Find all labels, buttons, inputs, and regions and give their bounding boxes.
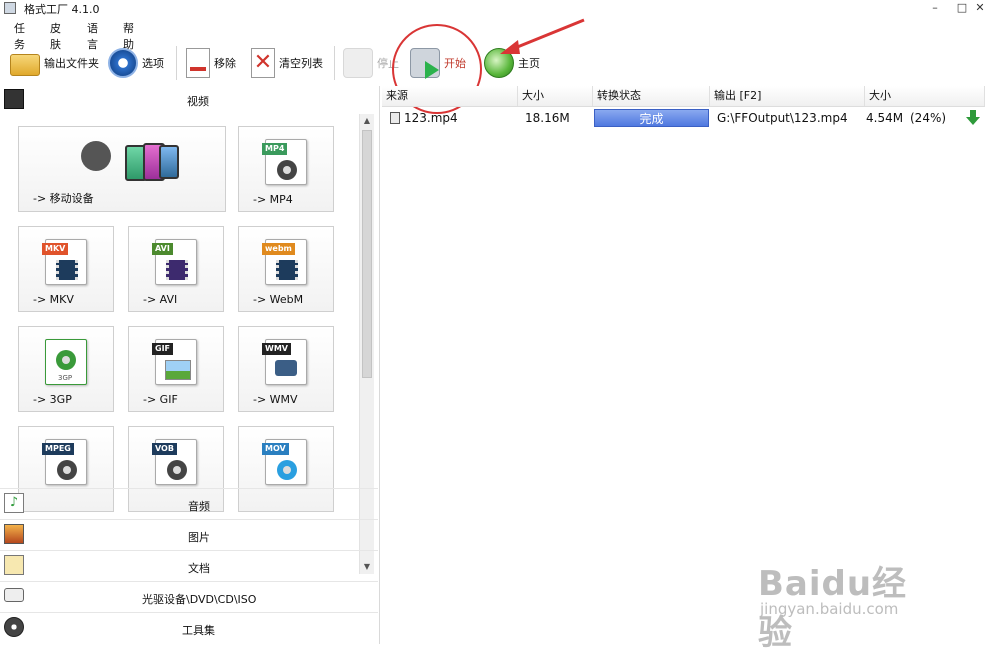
picture-icon bbox=[4, 524, 24, 544]
category-label: 光驱设备\DVD\CD\ISO bbox=[142, 593, 257, 606]
tile-label: -> GIF bbox=[143, 393, 178, 406]
tile-avi[interactable]: AVI -> AVI bbox=[128, 226, 224, 312]
category-optical-drive[interactable]: 光驱设备\DVD\CD\ISO bbox=[0, 581, 378, 612]
remove-button[interactable]: 移除 bbox=[186, 46, 236, 80]
toolbar-separator bbox=[176, 46, 177, 80]
gear-icon bbox=[108, 48, 138, 78]
tile-mkv[interactable]: MKV -> MKV bbox=[18, 226, 114, 312]
tile-label: -> WMV bbox=[253, 393, 298, 406]
tools-reel-icon bbox=[4, 617, 24, 637]
video-category-label: 视频 bbox=[187, 95, 209, 108]
row-output: G:\FFOutput\123.mp4 bbox=[717, 111, 848, 125]
folder-icon bbox=[10, 54, 40, 76]
maximize-button[interactable]: □ bbox=[953, 0, 971, 16]
tile-label: -> AVI bbox=[143, 293, 178, 306]
tile-label: -> 移动设备 bbox=[33, 192, 94, 205]
remove-icon bbox=[186, 48, 210, 78]
music-note-icon: ♪ bbox=[4, 493, 24, 513]
column-size[interactable]: 大小 bbox=[518, 86, 593, 106]
stop-button[interactable]: 停止 bbox=[343, 46, 399, 80]
video-category-header[interactable]: 视频 bbox=[0, 86, 378, 112]
tile-mp4[interactable]: MP4 -> MP4 bbox=[238, 126, 334, 212]
toolbar-separator bbox=[334, 46, 335, 80]
phone-icon bbox=[159, 145, 179, 179]
row-size: 18.16M bbox=[525, 111, 570, 125]
category-image[interactable]: 图片 bbox=[0, 519, 378, 550]
tile-label: -> WebM bbox=[253, 293, 304, 306]
clear-list-button[interactable]: ✕ 清空列表 bbox=[251, 46, 323, 80]
column-status[interactable]: 转换状态 bbox=[593, 86, 710, 106]
toolbar: 输出文件夹 选项 移除 ✕ 清空列表 停止 开始 主页 bbox=[0, 42, 989, 84]
film-reel-icon bbox=[81, 141, 111, 171]
table-row[interactable]: 123.mp4 18.16M 完成 G:\FFOutput\123.mp4 4.… bbox=[382, 108, 985, 128]
options-button[interactable]: 选项 bbox=[108, 46, 164, 80]
column-output[interactable]: 输出 [F2] bbox=[710, 86, 865, 106]
remove-label: 移除 bbox=[214, 57, 236, 70]
file-icon bbox=[390, 112, 400, 124]
drive-icon bbox=[4, 588, 24, 602]
annotation-arrow-icon bbox=[500, 18, 585, 54]
scroll-up-arrow-icon[interactable]: ▲ bbox=[360, 114, 374, 128]
stop-icon bbox=[343, 48, 373, 78]
tile-wmv[interactable]: WMV -> WMV bbox=[238, 326, 334, 412]
row-source: 123.mp4 bbox=[404, 111, 458, 125]
download-arrow-icon[interactable] bbox=[966, 110, 980, 130]
film-icon bbox=[4, 89, 24, 109]
output-folder-label: 输出文件夹 bbox=[44, 57, 99, 70]
clear-list-label: 清空列表 bbox=[279, 57, 323, 70]
tile-label: -> 3GP bbox=[33, 393, 72, 406]
webm-file-icon: webm bbox=[262, 239, 307, 285]
category-label: 工具集 bbox=[182, 624, 215, 637]
mpeg-file-icon: MPEG bbox=[42, 439, 87, 485]
3gp-file-icon: 3GP bbox=[45, 339, 87, 385]
row-status: 完成 bbox=[594, 109, 709, 127]
category-label: 音频 bbox=[188, 500, 210, 513]
column-output-size[interactable]: 大小 bbox=[865, 86, 985, 106]
tile-gif[interactable]: GIF -> GIF bbox=[128, 326, 224, 412]
mkv-file-icon: MKV bbox=[42, 239, 87, 285]
output-folder-button[interactable]: 输出文件夹 bbox=[10, 46, 99, 80]
table-header: 来源 大小 转换状态 输出 [F2] 大小 bbox=[382, 86, 985, 107]
title-bar: 格式工厂 4.1.0 – □ ✕ bbox=[0, 0, 989, 16]
mp4-file-icon: MP4 bbox=[262, 139, 307, 185]
tile-label: -> MKV bbox=[33, 293, 74, 306]
baidu-watermark: Baidu经验 jingyan.baidu.com bbox=[758, 556, 938, 653]
app-icon bbox=[4, 2, 16, 14]
left-panel: 视频 -> 移动设备 MP4 -> MP4 MKV -> MKV AVI -> … bbox=[0, 86, 380, 644]
avi-file-icon: AVI bbox=[152, 239, 197, 285]
category-document[interactable]: 文档 bbox=[0, 550, 378, 581]
category-label: 图片 bbox=[188, 531, 210, 544]
tile-3gp[interactable]: 3GP -> 3GP bbox=[18, 326, 114, 412]
mov-file-icon: MOV bbox=[262, 439, 307, 485]
window-title: 格式工厂 4.1.0 bbox=[24, 3, 100, 16]
column-source[interactable]: 来源 bbox=[382, 86, 518, 106]
document-icon bbox=[4, 555, 24, 575]
category-audio[interactable]: ♪ 音频 bbox=[0, 488, 378, 519]
options-label: 选项 bbox=[142, 57, 164, 70]
wmv-file-icon: WMV bbox=[262, 339, 307, 385]
vob-file-icon: VOB bbox=[152, 439, 197, 485]
clear-icon: ✕ bbox=[251, 48, 275, 78]
minimize-button[interactable]: – bbox=[926, 0, 944, 16]
scroll-thumb[interactable] bbox=[362, 130, 372, 378]
tile-webm[interactable]: webm -> WebM bbox=[238, 226, 334, 312]
tile-mobile-device[interactable]: -> 移动设备 bbox=[18, 126, 226, 212]
tile-label: -> MP4 bbox=[253, 193, 293, 206]
row-output-size: 4.54M bbox=[866, 111, 904, 125]
watermark-url: jingyan.baidu.com bbox=[760, 600, 899, 618]
close-button[interactable]: ✕ bbox=[971, 0, 989, 16]
gif-file-icon: GIF bbox=[152, 339, 197, 385]
row-ratio: (24%) bbox=[910, 111, 947, 125]
category-label: 文档 bbox=[188, 562, 210, 575]
category-tools[interactable]: 工具集 bbox=[0, 612, 378, 643]
